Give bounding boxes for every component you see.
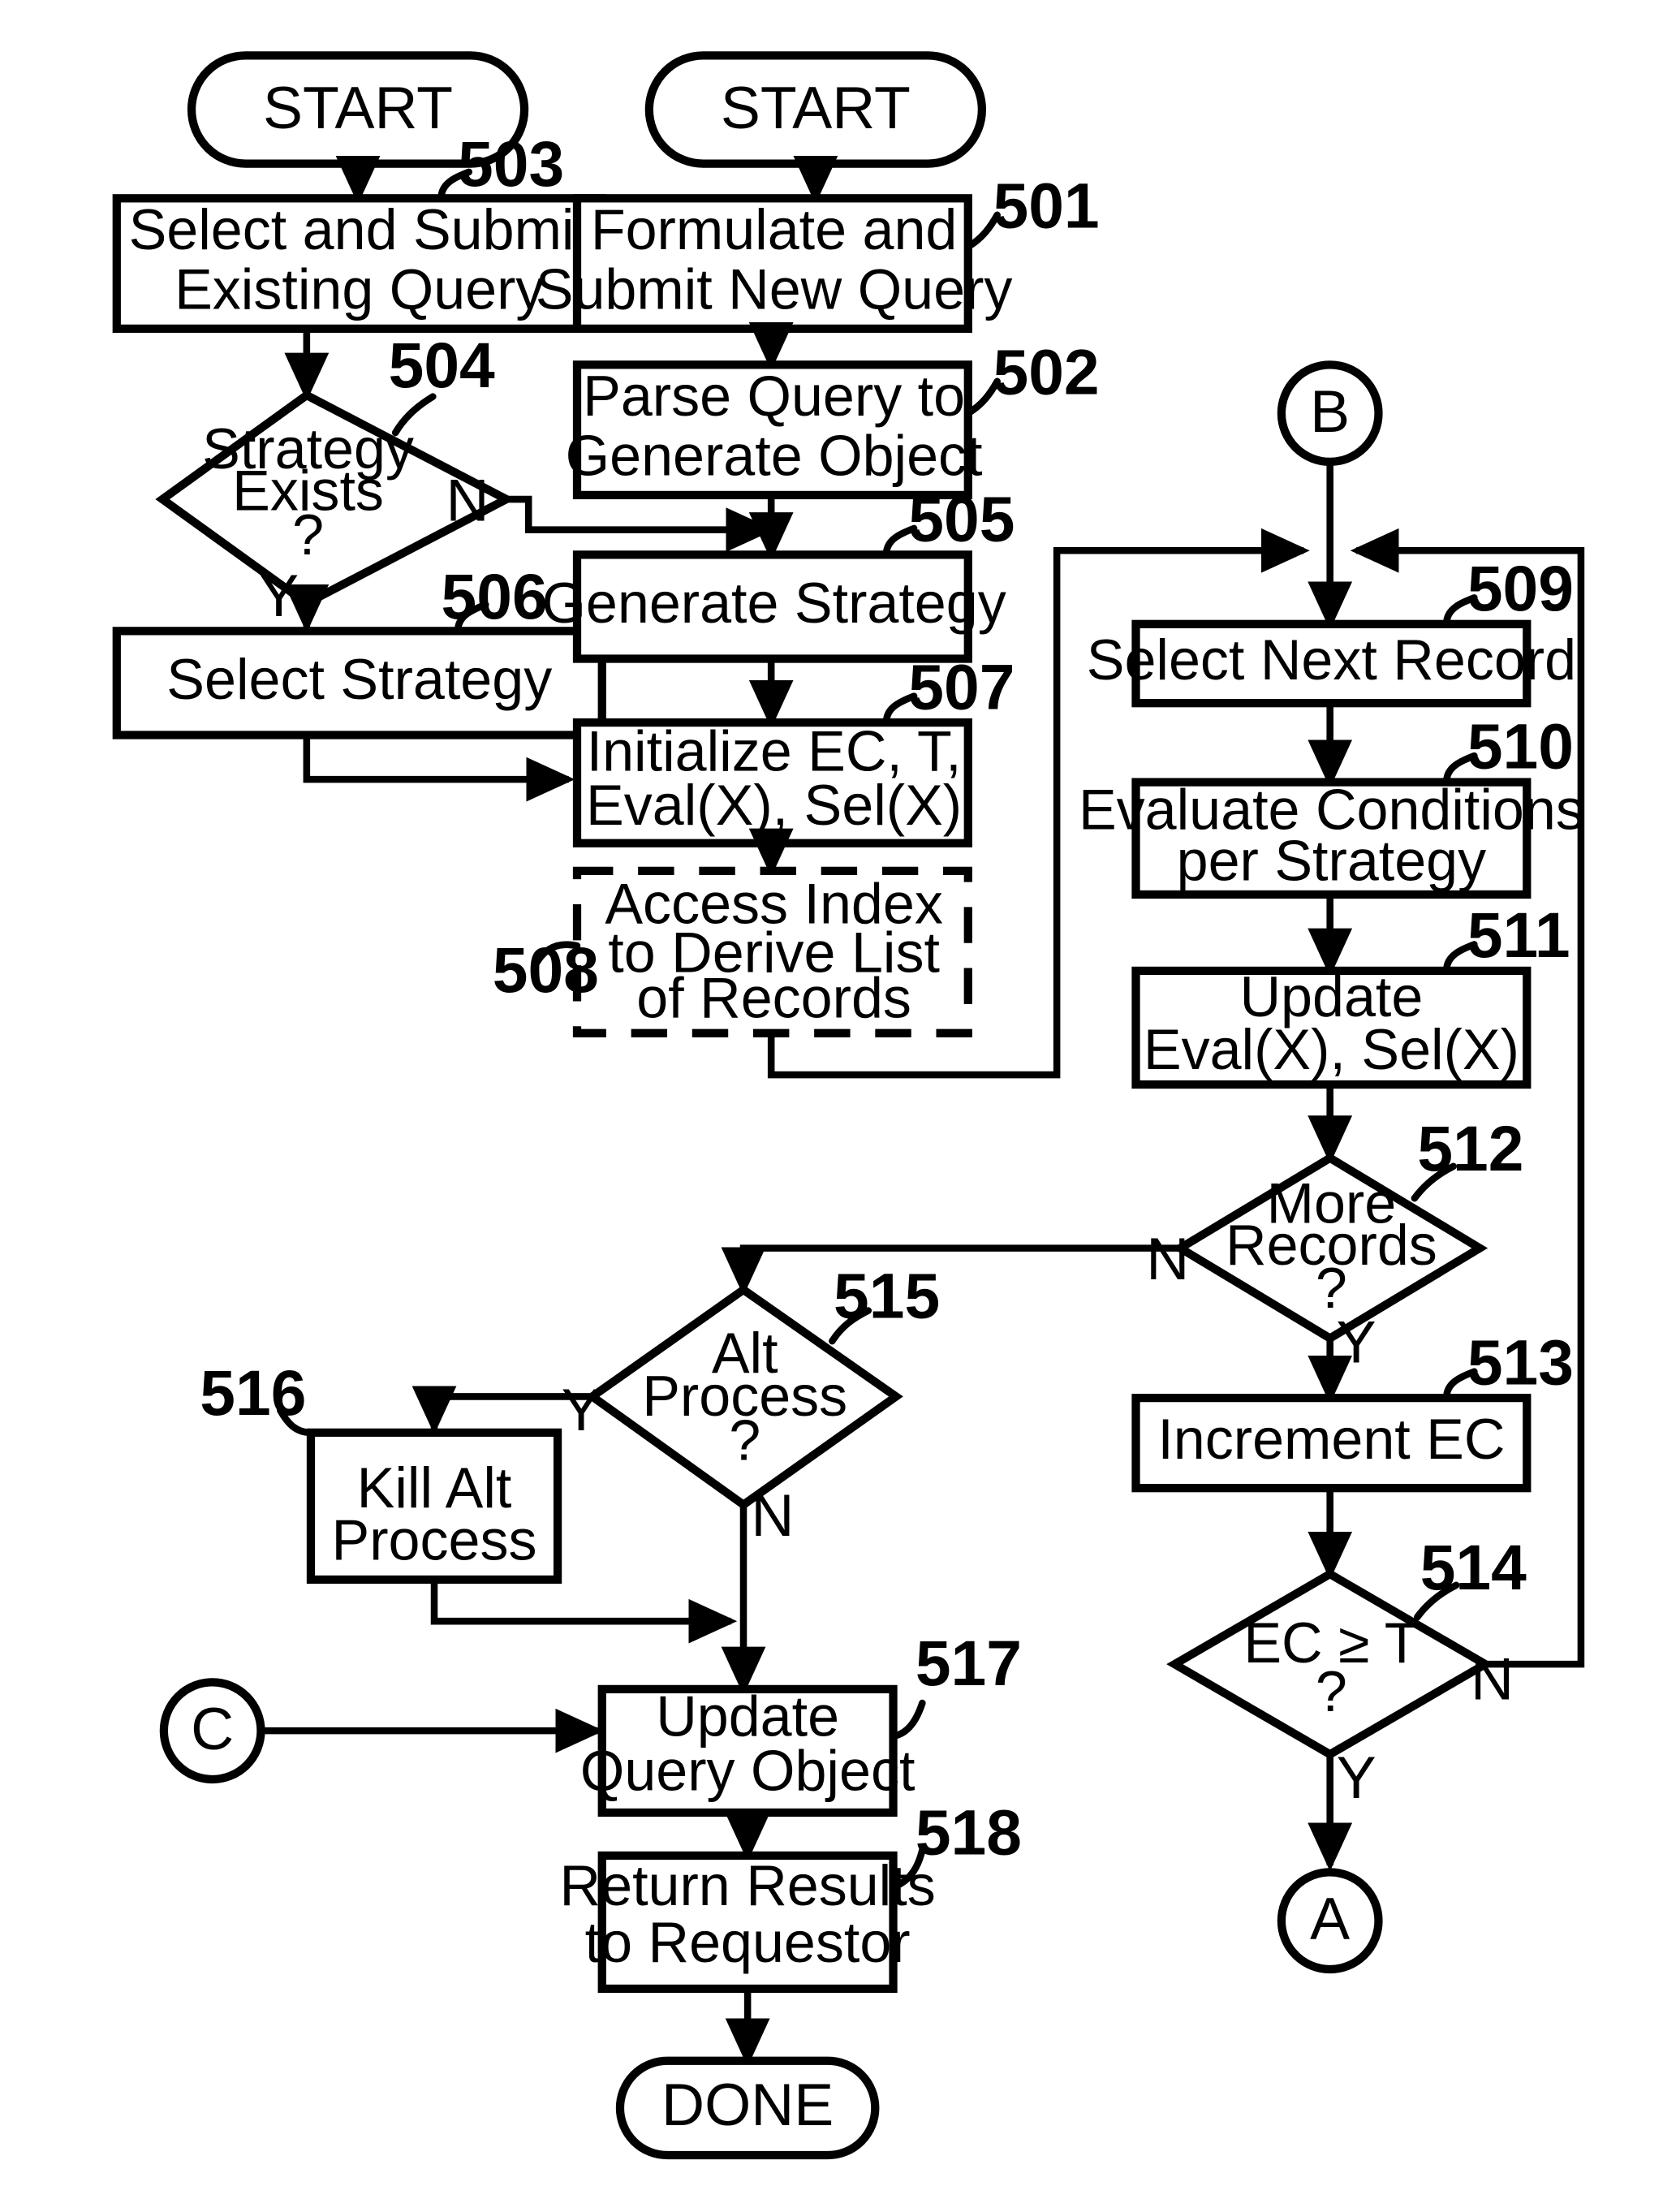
ref-510: 510 xyxy=(1467,711,1574,783)
process-502: Parse Query to Generate Object xyxy=(566,360,983,500)
process-511: Update Eval(X), Sel(X) xyxy=(1131,965,1532,1089)
process-505-label: Generate Strategy xyxy=(541,571,1006,635)
ref-511: 511 xyxy=(1467,899,1570,971)
ref-509: 509 xyxy=(1467,553,1574,624)
ref-503: 503 xyxy=(458,128,564,200)
branch-label-512-Y: Y xyxy=(1337,1308,1376,1375)
start-left-label: START xyxy=(263,74,453,141)
process-503-line1: Select and Submit xyxy=(129,198,590,261)
edge-504-N-to-505 xyxy=(506,495,775,553)
process-516-line2: Process xyxy=(332,1509,537,1572)
process-518-line1: Return Results xyxy=(560,1854,936,1917)
process-508-dashed: Access Index to Derive List of Records xyxy=(572,866,972,1037)
connector-B: B xyxy=(1277,360,1383,467)
connector-A-label: A xyxy=(1310,1885,1350,1952)
process-510-line2: per Strategy xyxy=(1177,830,1486,893)
process-505: Generate Strategy xyxy=(541,550,1006,663)
branch-label-504-Y: Y xyxy=(259,562,299,629)
ref-502: 502 xyxy=(993,336,1100,407)
ref-513: 513 xyxy=(1467,1326,1574,1398)
process-517-line2: Query Object xyxy=(580,1739,916,1802)
process-508-line3: of Records xyxy=(636,967,911,1030)
ref-508: 508 xyxy=(493,934,599,1006)
process-509-label: Select Next Record xyxy=(1087,628,1576,692)
branch-label-512-N: N xyxy=(1146,1225,1189,1292)
leader-504 xyxy=(391,393,437,437)
ref-518: 518 xyxy=(916,1796,1022,1868)
leader-517 xyxy=(890,1699,926,1740)
process-503-line2: Existing Query xyxy=(174,258,544,321)
process-511-line2: Eval(X), Sel(X) xyxy=(1144,1018,1519,1081)
decision-515-line3: ? xyxy=(729,1409,760,1473)
ref-515: 515 xyxy=(834,1260,940,1331)
process-501: Formulate and Submit New Query xyxy=(536,194,1013,334)
process-503: Select and Submit Existing Query xyxy=(112,194,606,334)
process-513-label: Increment EC xyxy=(1157,1408,1505,1471)
ref-517: 517 xyxy=(916,1628,1022,1699)
process-501-line1: Formulate and xyxy=(591,198,958,261)
process-506: Select Strategy xyxy=(112,627,606,739)
edge-516-to-517-stem xyxy=(430,1579,738,1644)
edge-506-to-507 xyxy=(303,735,575,802)
flowchart-svg: START Select and Submit Existing Query 5… xyxy=(112,51,1585,2160)
connector-A: A xyxy=(1277,1868,1383,1974)
branch-label-514-Y: Y xyxy=(1337,1744,1376,1811)
decision-514-line2: ? xyxy=(1316,1660,1347,1723)
decision-512: More Records ? xyxy=(1172,1153,1489,1343)
process-516: Kill Alt Process xyxy=(306,1428,562,1585)
terminator-done: DONE xyxy=(615,2056,880,2160)
branch-label-515-Y: Y xyxy=(562,1376,601,1443)
process-501-line2: Submit New Query xyxy=(536,258,1013,321)
branch-label-504-N: N xyxy=(446,466,489,533)
ref-506: 506 xyxy=(442,561,548,632)
process-518: Return Results to Requestor xyxy=(560,1851,936,1994)
process-507: Initialize EC, T, Eval(X), Sel(X) xyxy=(572,718,972,847)
ref-501: 501 xyxy=(993,170,1100,241)
connector-C: C xyxy=(159,1678,265,1784)
branch-label-515-N: N xyxy=(751,1481,794,1549)
ref-507: 507 xyxy=(908,651,1015,722)
ref-512: 512 xyxy=(1417,1113,1523,1184)
ref-505: 505 xyxy=(908,484,1015,555)
process-517: Update Query Object xyxy=(580,1685,916,1817)
ref-504: 504 xyxy=(389,330,495,401)
start-middle-label: START xyxy=(721,74,911,141)
done-label: DONE xyxy=(661,2071,834,2138)
process-509: Select Next Record xyxy=(1087,619,1576,708)
ref-514: 514 xyxy=(1420,1532,1527,1603)
process-510: Evaluate Conditions per Strategy xyxy=(1079,778,1584,899)
process-502-line1: Parse Query to xyxy=(583,364,965,428)
process-502-line2: Generate Object xyxy=(566,425,983,488)
edge-512-N-to-515 xyxy=(721,1244,1181,1296)
terminator-start-middle: START xyxy=(644,51,986,168)
process-506-label: Select Strategy xyxy=(166,648,552,711)
connector-B-label: B xyxy=(1310,377,1350,445)
decision-504-line3: ? xyxy=(292,503,324,567)
branch-label-514-N: N xyxy=(1471,1645,1514,1712)
process-513: Increment EC xyxy=(1131,1394,1532,1493)
connector-C-label: C xyxy=(191,1695,234,1762)
ref-516: 516 xyxy=(200,1357,306,1429)
process-507-line2: Eval(X), Sel(X) xyxy=(586,774,962,837)
flowchart-canvas: START Select and Submit Existing Query 5… xyxy=(0,0,1663,2212)
process-518-line2: to Requestor xyxy=(585,1911,911,1974)
